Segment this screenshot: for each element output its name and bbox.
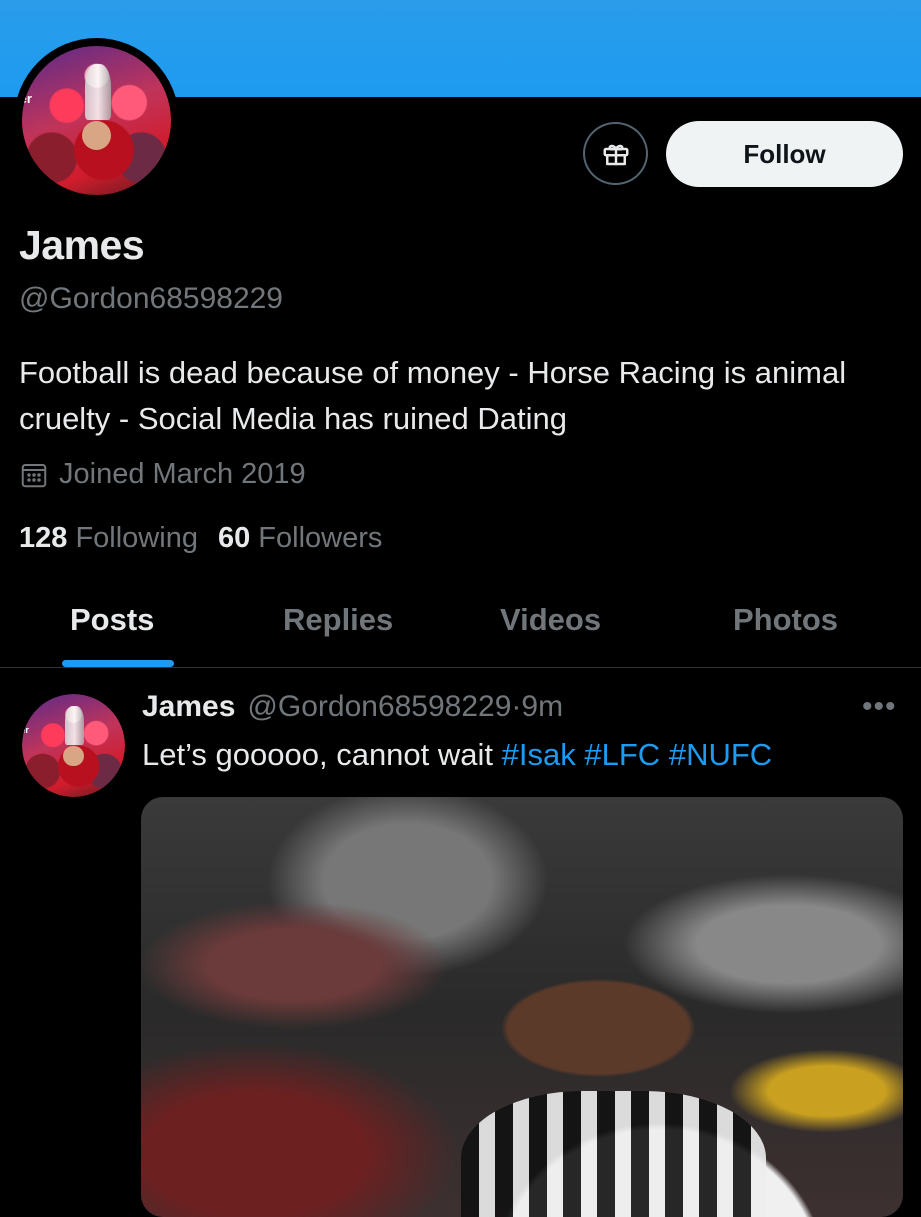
following-link[interactable]: 128 Following — [19, 522, 198, 555]
profile-name: James — [19, 222, 145, 268]
post-body: Let’s gooooo, cannot wait — [142, 737, 494, 772]
post-timestamp[interactable]: 9m — [521, 690, 563, 724]
post-author-handle[interactable]: @Gordon68598229 — [247, 690, 511, 724]
hashtag-nufc[interactable]: #NUFC — [669, 737, 772, 772]
profile-bio: Football is dead because of money - Hors… — [19, 355, 847, 436]
more-icon[interactable]: ••• — [862, 690, 897, 724]
following-count: 128 — [19, 522, 68, 554]
post-text: Let’s gooooo, cannot wait #Isak #LFC #NU… — [142, 737, 772, 773]
avatar-face — [81, 120, 112, 151]
trophy-graphic — [84, 63, 112, 121]
tab-videos[interactable]: Videos — [500, 602, 601, 638]
gift-icon — [603, 144, 628, 165]
profile-avatar[interactable]: ier — [14, 38, 179, 203]
post-trophy-graphic — [65, 706, 84, 746]
follow-counts: 128 Following 60 Followers — [19, 522, 382, 555]
post-avatar-logo-text: ier — [22, 724, 29, 735]
player-shirt — [461, 1091, 766, 1217]
post-media-video[interactable] — [141, 797, 903, 1217]
following-label: Following — [75, 522, 198, 554]
post-author-name[interactable]: James — [142, 690, 235, 724]
tab-replies[interactable]: Replies — [283, 602, 393, 638]
post-avatar[interactable]: ier — [22, 694, 125, 797]
profile-tabs: Posts Replies Videos Photos — [0, 590, 921, 668]
avatar-logo-text: ier — [22, 90, 32, 106]
joined-date: Joined March 2019 — [19, 458, 306, 491]
joined-label: Joined March 2019 — [59, 458, 306, 490]
hashtag-lfc[interactable]: #LFC — [584, 737, 660, 772]
followers-link[interactable]: 60 Followers — [218, 522, 382, 555]
follow-button[interactable]: Follow — [666, 121, 903, 187]
hashtag-isak[interactable]: #Isak — [502, 737, 576, 772]
avatar-photo: ier — [22, 46, 171, 195]
post-header: James @Gordon68598229 · 9m — [142, 690, 563, 724]
post-separator: · — [511, 690, 522, 723]
followers-count: 60 — [217, 522, 251, 554]
tab-photos[interactable]: Photos — [733, 602, 838, 638]
profile-handle: @Gordon68598229 — [19, 282, 283, 315]
post-avatar-face — [63, 745, 84, 767]
gift-button[interactable] — [583, 122, 648, 185]
followers-label: Followers — [258, 522, 383, 554]
calendar-icon — [21, 463, 47, 487]
tab-posts[interactable]: Posts — [70, 602, 154, 638]
post-avatar-photo: ier — [22, 694, 125, 797]
active-tab-indicator — [62, 660, 174, 667]
